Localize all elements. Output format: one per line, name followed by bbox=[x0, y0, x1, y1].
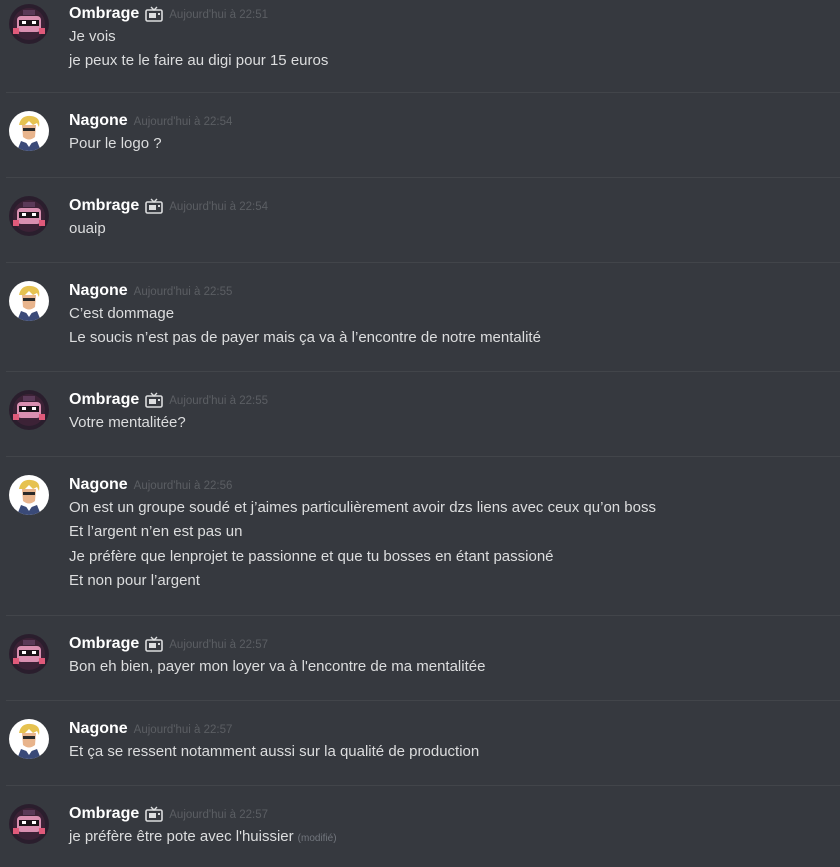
message-timestamp[interactable]: Aujourd'hui à 22:57 bbox=[169, 639, 268, 651]
message-text: Et l’argent n’en est pas un bbox=[69, 523, 243, 541]
nagone-avatar-icon[interactable] bbox=[9, 281, 49, 321]
message-timestamp[interactable]: Aujourd'hui à 22:57 bbox=[169, 809, 268, 821]
message-header: Nagone Aujourd'hui à 22:57 bbox=[69, 719, 232, 739]
chat-messages: Ombrage Aujourd'hui à 22:51 Je vois je p… bbox=[0, 0, 840, 867]
message-group: Ombrage Aujourd'hui à 22:57 Bon eh bien,… bbox=[0, 634, 840, 694]
tv-icon bbox=[145, 198, 164, 214]
message-timestamp[interactable]: Aujourd'hui à 22:54 bbox=[169, 201, 268, 213]
message-group: Nagone Aujourd'hui à 22:55 C’est dommage… bbox=[0, 281, 840, 365]
message-text: On est un groupe soudé et j’aimes partic… bbox=[69, 499, 656, 516]
author-name[interactable]: Nagone bbox=[69, 112, 128, 130]
message-timestamp[interactable]: Aujourd'hui à 22:54 bbox=[134, 116, 233, 128]
author-name[interactable]: Ombrage bbox=[69, 635, 139, 653]
message-text: Je vois bbox=[69, 28, 116, 45]
message-text: Votre mentalitée? bbox=[69, 414, 186, 431]
message-group: Nagone Aujourd'hui à 22:56 On est un gro… bbox=[0, 475, 840, 609]
message-content: C’est dommage Le soucis n’est pas de pay… bbox=[69, 302, 541, 351]
message-text-content: je préfère être pote avec l'huissier bbox=[69, 828, 294, 845]
ombrage-avatar-icon[interactable] bbox=[9, 196, 49, 236]
message-group: Nagone Aujourd'hui à 22:54 Pour le logo … bbox=[0, 111, 840, 171]
message-text: Le soucis n’est pas de payer mais ça va … bbox=[69, 329, 541, 347]
message-content: On est un groupe soudé et j’aimes partic… bbox=[69, 496, 656, 594]
message-divider bbox=[6, 700, 840, 701]
author-name[interactable]: Ombrage bbox=[69, 197, 139, 215]
message-divider bbox=[6, 371, 840, 372]
nagone-avatar-icon[interactable] bbox=[9, 719, 49, 759]
author-name[interactable]: Nagone bbox=[69, 476, 128, 494]
message-header: Ombrage Aujourd'hui à 22:54 bbox=[69, 196, 268, 216]
ombrage-avatar-icon[interactable] bbox=[9, 634, 49, 674]
message-text: je peux te le faire au digi pour 15 euro… bbox=[69, 52, 329, 70]
message-timestamp[interactable]: Aujourd'hui à 22:57 bbox=[134, 724, 233, 736]
message-divider bbox=[6, 785, 840, 786]
tv-icon bbox=[145, 6, 164, 22]
message-text: C’est dommage bbox=[69, 305, 175, 322]
message-text: Bon eh bien, payer mon loyer va à l'enco… bbox=[69, 658, 486, 675]
author-name[interactable]: Ombrage bbox=[69, 805, 139, 823]
tv-icon bbox=[145, 806, 164, 822]
tv-icon bbox=[145, 392, 164, 408]
ombrage-avatar-icon[interactable] bbox=[9, 4, 49, 44]
tv-icon bbox=[145, 636, 164, 652]
nagone-avatar-icon[interactable] bbox=[9, 111, 49, 151]
message-divider bbox=[6, 177, 840, 178]
message-group: Ombrage Aujourd'hui à 22:57 je préfère ê… bbox=[0, 804, 840, 864]
message-text: Pour le logo ? bbox=[69, 135, 162, 152]
message-timestamp[interactable]: Aujourd'hui à 22:51 bbox=[169, 9, 268, 21]
author-name[interactable]: Nagone bbox=[69, 282, 128, 300]
message-header: Ombrage Aujourd'hui à 22:57 bbox=[69, 634, 268, 654]
message-divider bbox=[6, 92, 840, 93]
message-header: Ombrage Aujourd'hui à 22:55 bbox=[69, 390, 268, 410]
message-header: Nagone Aujourd'hui à 22:56 bbox=[69, 475, 232, 495]
message-text: Je préfère que lenprojet te passionne et… bbox=[69, 547, 554, 565]
ombrage-avatar-icon[interactable] bbox=[9, 804, 49, 844]
message-timestamp[interactable]: Aujourd'hui à 22:55 bbox=[134, 286, 233, 298]
nagone-avatar-icon[interactable] bbox=[9, 475, 49, 515]
ombrage-avatar-icon[interactable] bbox=[9, 390, 49, 430]
message-text: je préfère être pote avec l'huissier (mod… bbox=[69, 825, 337, 849]
message-content: Je vois je peux te le faire au digi pour… bbox=[69, 25, 328, 74]
message-text: Et ça se ressent notamment aussi sur la … bbox=[69, 743, 480, 760]
author-name[interactable]: Ombrage bbox=[69, 391, 139, 409]
message-timestamp[interactable]: Aujourd'hui à 22:55 bbox=[169, 395, 268, 407]
message-divider bbox=[6, 615, 840, 616]
message-header: Nagone Aujourd'hui à 22:54 bbox=[69, 111, 232, 131]
message-group: Nagone Aujourd'hui à 22:57 Et ça se ress… bbox=[0, 719, 840, 779]
message-content: je préfère être pote avec l'huissier (mod… bbox=[69, 825, 337, 849]
message-content: Bon eh bien, payer mon loyer va à l'enco… bbox=[69, 655, 485, 679]
message-divider bbox=[6, 262, 840, 263]
message-group: Ombrage Aujourd'hui à 22:54 ouaip bbox=[0, 196, 840, 256]
message-timestamp[interactable]: Aujourd'hui à 22:56 bbox=[134, 480, 233, 492]
message-content: Pour le logo ? bbox=[69, 132, 162, 156]
author-name[interactable]: Ombrage bbox=[69, 5, 139, 23]
message-group: Ombrage Aujourd'hui à 22:51 Je vois je p… bbox=[0, 4, 840, 86]
message-header: Ombrage Aujourd'hui à 22:51 bbox=[69, 4, 268, 24]
message-content: Votre mentalitée? bbox=[69, 411, 186, 435]
message-header: Nagone Aujourd'hui à 22:55 bbox=[69, 281, 232, 301]
message-divider bbox=[6, 456, 840, 457]
message-content: Et ça se ressent notamment aussi sur la … bbox=[69, 740, 479, 764]
author-name[interactable]: Nagone bbox=[69, 720, 128, 738]
message-content: ouaip bbox=[69, 217, 106, 241]
message-text: ouaip bbox=[69, 220, 106, 237]
message-text: Et non pour l’argent bbox=[69, 572, 200, 590]
message-group: Ombrage Aujourd'hui à 22:55 Votre mental… bbox=[0, 390, 840, 450]
edited-label: (modifié) bbox=[297, 833, 337, 844]
message-header: Ombrage Aujourd'hui à 22:57 bbox=[69, 804, 268, 824]
